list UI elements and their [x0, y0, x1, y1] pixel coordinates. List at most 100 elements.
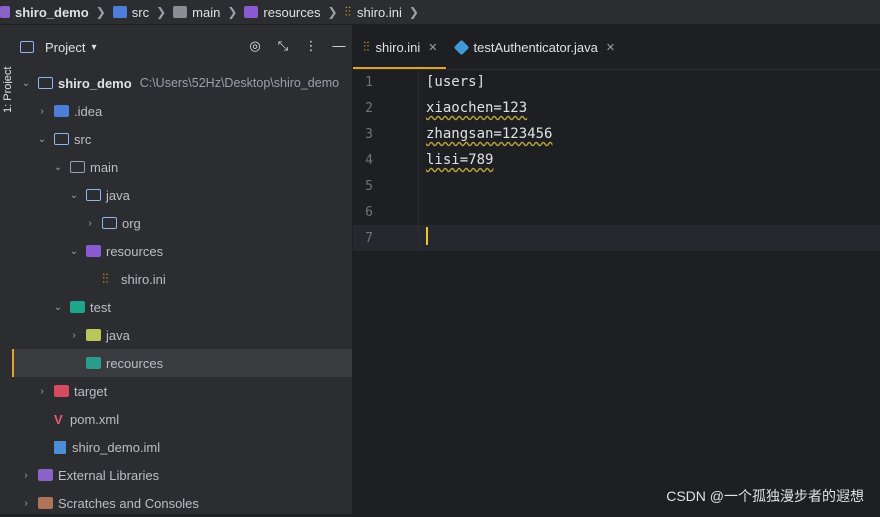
tree-item-main-java[interactable]: ⌄ java [12, 181, 352, 209]
line-number: 3 [365, 126, 373, 142]
chevron-right-icon: ❯ [327, 5, 338, 19]
chevron-down-icon[interactable]: ⌄ [68, 190, 80, 201]
hide-panel-icon[interactable]: — [332, 39, 346, 53]
project-view-selector[interactable]: Project [45, 40, 85, 55]
breadcrumb-label: main [192, 4, 221, 20]
locate-target-icon[interactable]: ◎ [248, 39, 262, 53]
line-text: xiaochen=123 [426, 100, 528, 116]
tree-item-label: shiro_demo.iml [72, 439, 161, 455]
line-text [419, 227, 428, 249]
line-number: 7 [365, 230, 373, 246]
tree-item-org[interactable]: › org [12, 209, 352, 237]
tree-item-label: resources [106, 243, 164, 259]
chevron-down-icon[interactable]: ▾ [91, 42, 96, 53]
line-number: 6 [365, 204, 373, 220]
tree-item-label: test [90, 299, 111, 315]
module-icon [0, 6, 10, 18]
chevron-right-icon[interactable]: › [68, 330, 80, 341]
breadcrumb-item-project[interactable]: shiro_demo ❯ [0, 0, 113, 24]
editor: ⫶⫶ shiro.ini ✕ testAuthenticator.java ✕ … [353, 25, 880, 514]
line-text: [users] [426, 74, 486, 90]
line-number: 1 [365, 74, 373, 90]
chevron-right-icon[interactable]: › [36, 386, 48, 397]
tree-item-scratches[interactable]: › Scratches and Consoles [12, 489, 352, 517]
project-tree: ⌄ shiro_demo C:\Users\52Hz\Desktop\shiro… [12, 69, 352, 517]
tree-item-target[interactable]: › target [12, 377, 352, 405]
tree-item-main[interactable]: ⌄ main [12, 153, 352, 181]
tree-item-root[interactable]: ⌄ shiro_demo C:\Users\52Hz\Desktop\shiro… [12, 69, 352, 97]
tree-item-label: recources [106, 355, 164, 371]
tree-item-resources[interactable]: ⌄ resources [12, 237, 352, 265]
chevron-right-icon: ❯ [95, 5, 106, 19]
tab-label: testAuthenticator.java [473, 39, 598, 55]
chevron-right-icon: ❯ [227, 5, 238, 19]
watermark: CSDN @一个孤独漫步者的遐想 [666, 488, 864, 504]
maven-icon: V [54, 411, 63, 427]
library-icon [38, 469, 53, 481]
tree-item-idea[interactable]: › .idea [12, 97, 352, 125]
tree-item-iml[interactable]: shiro_demo.iml [12, 433, 352, 461]
idea-folder-icon [54, 105, 69, 117]
chevron-right-icon[interactable]: › [84, 218, 96, 229]
package-icon [102, 217, 117, 229]
code-line[interactable]: 1 [users] [353, 69, 880, 95]
chevron-right-icon[interactable]: › [36, 106, 48, 117]
tree-item-src[interactable]: ⌄ src [12, 125, 352, 153]
line-number: 2 [365, 100, 373, 116]
code-area[interactable]: 1 [users] 2 xiaochen=123 3 zhangsan=1234… [353, 69, 880, 251]
tree-item-pom[interactable]: V pom.xml [12, 405, 352, 433]
code-line[interactable]: 5 [353, 173, 880, 199]
options-icon[interactable]: ⋮ [304, 39, 318, 53]
tab-label: shiro.ini [375, 39, 421, 55]
close-icon[interactable]: ✕ [606, 41, 615, 54]
java-class-icon [453, 39, 469, 55]
resources-folder-icon [244, 6, 259, 18]
tree-item-label: shiro_demo [58, 75, 132, 91]
tree-item-shiro-ini[interactable]: ⫶⫶ shiro.ini [12, 265, 352, 293]
tree-item-label: .idea [74, 103, 103, 119]
ini-file-icon: ⫶⫶ [102, 271, 109, 286]
scratches-icon [38, 497, 53, 509]
breadcrumb-label: resources [263, 4, 321, 20]
tab-shiro-ini[interactable]: ⫶⫶ shiro.ini ✕ [353, 25, 446, 69]
tree-item-label: java [106, 187, 130, 203]
tree-item-label: main [90, 159, 119, 175]
test-folder-icon [70, 301, 85, 313]
code-line[interactable]: 3 zhangsan=123456 [353, 121, 880, 147]
tree-item-test-java[interactable]: › java [12, 321, 352, 349]
chevron-down-icon[interactable]: ⌄ [52, 302, 64, 313]
tree-item-label: shiro.ini [121, 271, 166, 287]
chevron-down-icon[interactable]: ⌄ [68, 246, 80, 257]
breadcrumb-item-main[interactable]: main ❯ [173, 0, 244, 24]
breadcrumb-label: shiro_demo [15, 4, 89, 20]
chevron-down-icon[interactable]: ⌄ [20, 78, 32, 89]
ini-file-icon: ⫶⫶ [344, 4, 352, 19]
tree-item-label: Scratches and Consoles [58, 495, 199, 511]
chevron-right-icon[interactable]: › [20, 498, 32, 509]
editor-tabs: ⫶⫶ shiro.ini ✕ testAuthenticator.java ✕ [353, 25, 880, 70]
chevron-down-icon[interactable]: ⌄ [52, 162, 64, 173]
chevron-right-icon[interactable]: › [20, 470, 32, 481]
tree-item-label: src [74, 131, 92, 147]
tree-item-external-libraries[interactable]: › External Libraries [12, 461, 352, 489]
line-text: lisi=789 [426, 152, 494, 168]
chevron-right-icon: ❯ [156, 5, 167, 19]
chevron-down-icon[interactable]: ⌄ [36, 134, 48, 145]
line-number: 5 [365, 178, 373, 194]
breadcrumb-item-src[interactable]: src ❯ [112, 0, 173, 24]
tree-item-path: C:\Users\52Hz\Desktop\shiro_demo [139, 76, 340, 90]
code-line[interactable]: 6 [353, 199, 880, 225]
code-line-current[interactable]: 7 [353, 225, 880, 251]
code-line[interactable]: 2 xiaochen=123 [353, 95, 880, 121]
tree-item-recources[interactable]: recources [12, 349, 352, 377]
project-view-icon [20, 41, 34, 53]
folder-icon [70, 161, 85, 173]
tree-item-test[interactable]: ⌄ test [12, 293, 352, 321]
code-line[interactable]: 4 lisi=789 [353, 147, 880, 173]
project-panel-header: Project ▾ ◎ ⤡ ⋮ — [12, 25, 352, 69]
breadcrumb-item-resources[interactable]: resources ❯ [244, 0, 344, 24]
breadcrumb-item-file[interactable]: ⫶⫶ shiro.ini ❯ [345, 0, 426, 24]
close-icon[interactable]: ✕ [428, 41, 437, 54]
collapse-all-icon[interactable]: ⤡ [276, 39, 290, 53]
tab-test-authenticator[interactable]: testAuthenticator.java ✕ [446, 25, 624, 69]
